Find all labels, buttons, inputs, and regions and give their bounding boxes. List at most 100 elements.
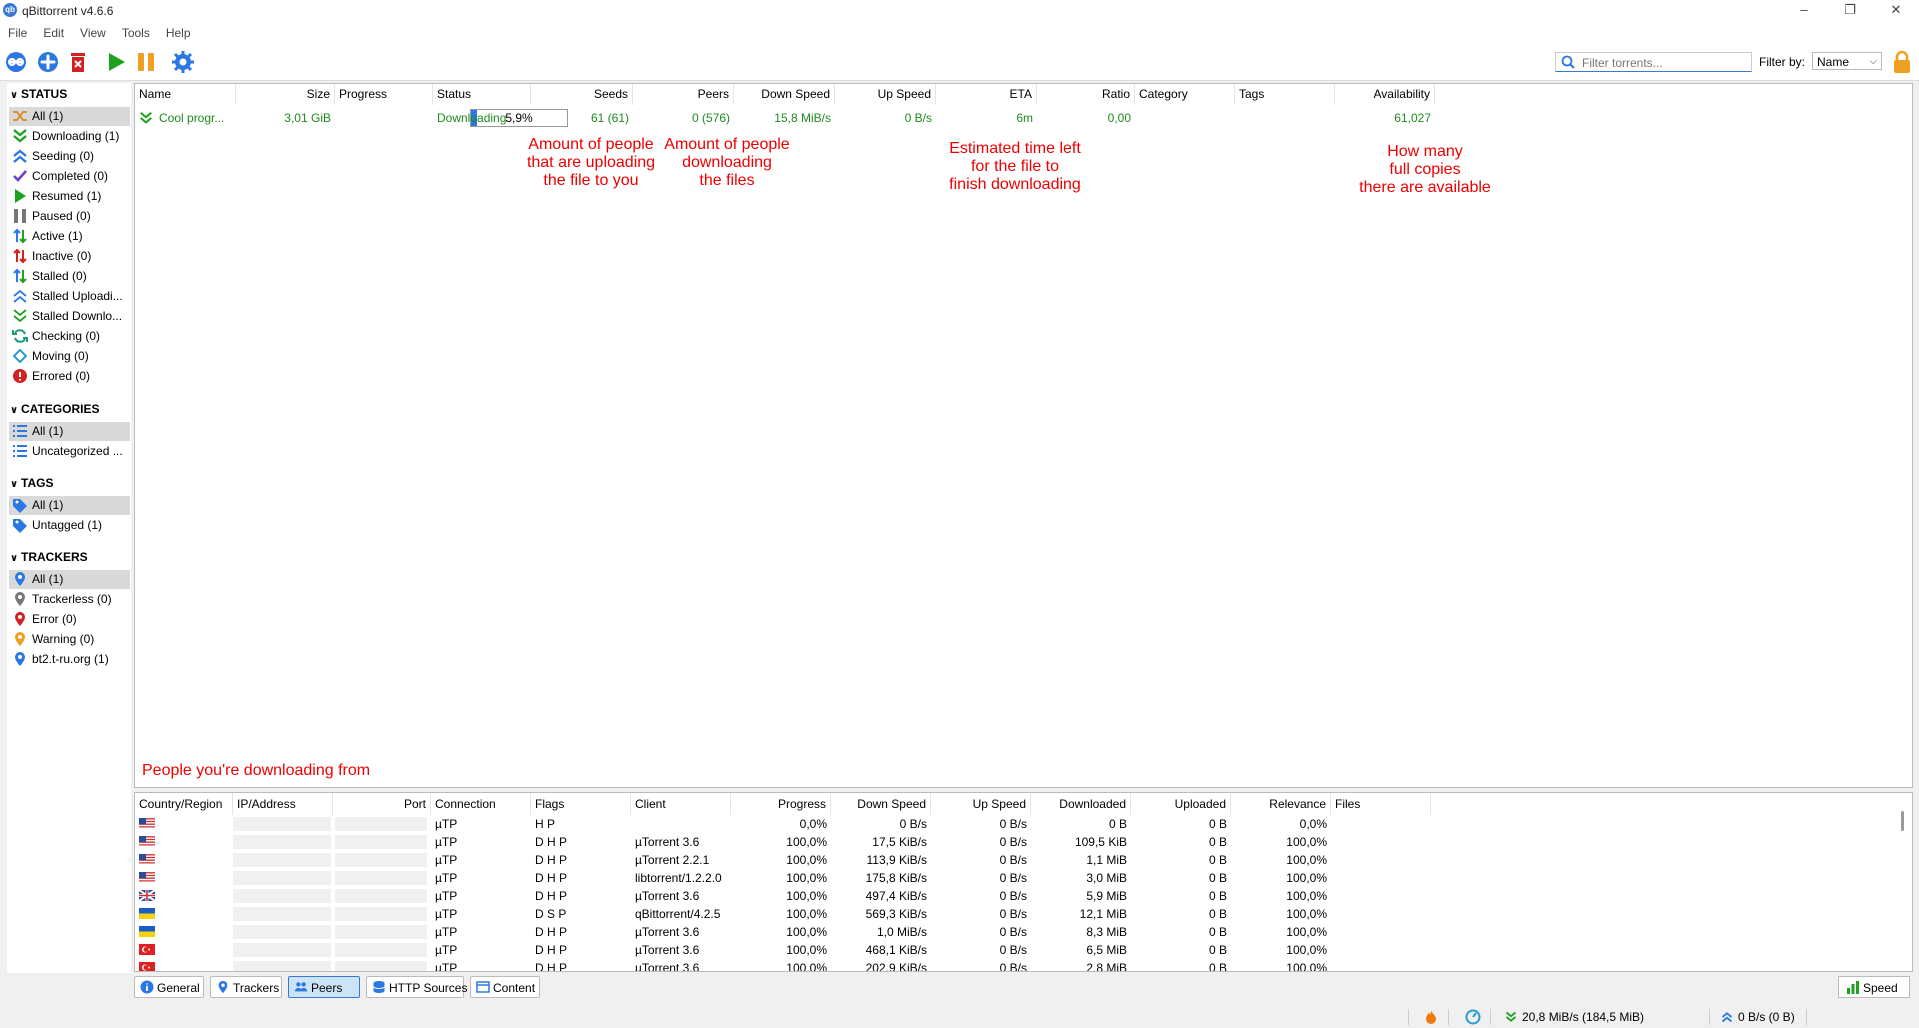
peer-row[interactable]: µTP D H P µTorrent 3.6 100,0% 468,1 KiB/s 0 B…	[135, 941, 1912, 959]
peer-col-downloaded[interactable]: Downloaded	[1031, 793, 1131, 815]
peer-row[interactable]: µTP D H P µTorrent 2.2.1 100,0% 113,9 KiB/s 0…	[135, 851, 1912, 869]
status-active[interactable]: Active (1)	[9, 227, 130, 246]
peer-col-country[interactable]: Country/Region	[135, 793, 233, 815]
lock-icon[interactable]	[1892, 50, 1912, 74]
status-inactive[interactable]: Inactive (0)	[9, 247, 130, 266]
menu-view[interactable]: View	[72, 22, 114, 40]
pause-icon[interactable]	[134, 50, 158, 74]
tracker-error[interactable]: Error (0)	[9, 610, 130, 629]
tab-general[interactable]: General	[134, 976, 204, 998]
tracker-all[interactable]: All (1)	[9, 570, 130, 589]
peer-col-ip[interactable]: IP/Address	[233, 793, 333, 815]
trackers-section-header[interactable]: ∨ TRACKERS	[7, 550, 88, 568]
col-eta[interactable]: ETA	[936, 84, 1037, 105]
tracker-warning[interactable]: Warning (0)	[9, 630, 130, 649]
peers-scrollbar[interactable]	[1901, 811, 1904, 831]
window-title: qBittorrent v4.6.6	[22, 4, 114, 18]
col-status[interactable]: Status	[433, 84, 531, 105]
tag-all[interactable]: All (1)	[9, 496, 130, 515]
add-torrent-file-icon[interactable]	[36, 50, 60, 74]
search-input[interactable]	[1580, 54, 1749, 71]
peer-row[interactable]: µTP D H P µTorrent 3.6 100,0% 17,5 KiB/s 0 B/…	[135, 833, 1912, 851]
tab-trackers[interactable]: Trackers	[210, 976, 282, 998]
status-paused[interactable]: Paused (0)	[9, 207, 130, 226]
minimize-button[interactable]: –	[1781, 0, 1827, 22]
tracker-bt2[interactable]: bt2.t-ru.org (1)	[9, 650, 130, 669]
tags-section-header[interactable]: ∨ TAGS	[7, 476, 54, 494]
add-torrent-link-icon[interactable]	[4, 50, 28, 74]
tab-http-sources[interactable]: HTTP Sources	[366, 976, 467, 998]
peer-row[interactable]: µTP D S P qBittorrent/4.2.5 100,0% 569,3 KiB…	[135, 905, 1912, 923]
col-ratio[interactable]: Ratio	[1037, 84, 1135, 105]
category-all[interactable]: All (1)	[9, 422, 130, 441]
status-checking[interactable]: Checking (0)	[9, 327, 130, 346]
pin-icon	[15, 591, 25, 606]
peer-row[interactable]: µTP D H P µTorrent 3.6 100,0% 497,4 KiB/s 0 B…	[135, 887, 1912, 905]
remove-torrent-icon[interactable]	[66, 50, 90, 74]
peer-row[interactable]: µTP D H P libtorrent/1.2.2.0 100,0% 175,8 Ki…	[135, 869, 1912, 887]
options-gear-icon[interactable]	[171, 50, 195, 74]
status-resumed[interactable]: Resumed (1)	[9, 187, 130, 206]
col-peers[interactable]: Peers	[633, 84, 734, 105]
peer-col-down-speed[interactable]: Down Speed	[831, 793, 931, 815]
status-moving[interactable]: Moving (0)	[9, 347, 130, 366]
col-size[interactable]: Size	[236, 84, 335, 105]
col-up-speed[interactable]: Up Speed	[835, 84, 936, 105]
peer-col-flags[interactable]: Flags	[531, 793, 631, 815]
status-seeding[interactable]: Seeding (0)	[9, 147, 130, 166]
peer-row[interactable]: µTP H P 0,0% 0 B/s 0 B/s 0 B 0 B 0,0%	[135, 815, 1912, 833]
menu-tools[interactable]: Tools	[114, 22, 158, 40]
menu-help[interactable]: Help	[158, 22, 199, 40]
peer-progress: 100,0%	[786, 925, 827, 939]
download-speed-status[interactable]: 20,8 MiB/s (184,5 MiB)	[1522, 1010, 1644, 1024]
peer-row[interactable]: µTP D H P µTorrent 3.6 100,0% 202,9 KiB/s 0 B…	[135, 959, 1912, 971]
col-down-speed[interactable]: Down Speed	[734, 84, 835, 105]
menu-file[interactable]: File	[0, 22, 35, 40]
status-stalled[interactable]: Stalled (0)	[9, 267, 130, 286]
col-category[interactable]: Category	[1135, 84, 1235, 105]
categories-section-header[interactable]: ∨ CATEGORIES	[7, 402, 100, 420]
torrent-status: Downloading	[437, 111, 507, 125]
tracker-trackerless[interactable]: Trackerless (0)	[9, 590, 130, 609]
close-button[interactable]: ✕	[1873, 0, 1919, 22]
tab-peers[interactable]: Peers	[288, 976, 360, 998]
col-tags[interactable]: Tags	[1235, 84, 1335, 105]
upload-speed-status[interactable]: 0 B/s (0 B)	[1738, 1010, 1795, 1024]
peer-downloaded: 12,1 MiB	[1079, 907, 1127, 921]
category-uncategorized[interactable]: Uncategorized ...	[9, 442, 130, 461]
peer-row[interactable]: µTP D H P µTorrent 3.6 100,0% 1,0 MiB/s 0 B/s…	[135, 923, 1912, 941]
menu-edit[interactable]: Edit	[35, 22, 72, 40]
status-stalled-downloading[interactable]: Stalled Downlo...	[9, 307, 130, 326]
speed-button[interactable]: Speed	[1838, 976, 1910, 998]
connection-status-icon[interactable]	[1465, 1009, 1481, 1025]
status-stalled-uploading[interactable]: Stalled Uploadi...	[9, 287, 130, 306]
peer-client: µTorrent 3.6	[635, 889, 700, 903]
peer-col-relevance[interactable]: Relevance	[1231, 793, 1331, 815]
peer-col-client[interactable]: Client	[631, 793, 731, 815]
col-seeds[interactable]: Seeds	[531, 84, 633, 105]
status-divider	[1709, 1009, 1710, 1025]
filter-by-select[interactable]: Name ⌵	[1812, 52, 1882, 70]
search-icon	[1561, 55, 1575, 69]
peer-col-progress[interactable]: Progress	[731, 793, 831, 815]
filter-torrents-search[interactable]	[1555, 52, 1752, 72]
col-name[interactable]: Name	[135, 84, 236, 105]
maximize-button[interactable]: ❐	[1827, 0, 1873, 22]
peer-col-connection[interactable]: Connection	[431, 793, 531, 815]
status-all[interactable]: All (1)	[9, 107, 130, 126]
tag-untagged[interactable]: Untagged (1)	[9, 516, 130, 535]
peer-col-files[interactable]: Files	[1331, 793, 1431, 815]
status-errored[interactable]: Errored (0)	[9, 367, 130, 386]
status-downloading[interactable]: Downloading (1)	[9, 127, 130, 146]
peer-col-port[interactable]: Port	[333, 793, 431, 815]
status-section-header[interactable]: ∨ STATUS	[7, 87, 67, 105]
pin-icon	[15, 631, 25, 646]
peer-col-uploaded[interactable]: Uploaded	[1131, 793, 1231, 815]
col-availability[interactable]: Availability	[1335, 84, 1435, 105]
port-redacted	[335, 907, 427, 921]
status-completed[interactable]: Completed (0)	[9, 167, 130, 186]
peer-col-up-speed[interactable]: Up Speed	[931, 793, 1031, 815]
col-progress[interactable]: Progress	[335, 84, 433, 105]
tab-content[interactable]: Content	[470, 976, 540, 998]
resume-icon[interactable]	[104, 50, 128, 74]
